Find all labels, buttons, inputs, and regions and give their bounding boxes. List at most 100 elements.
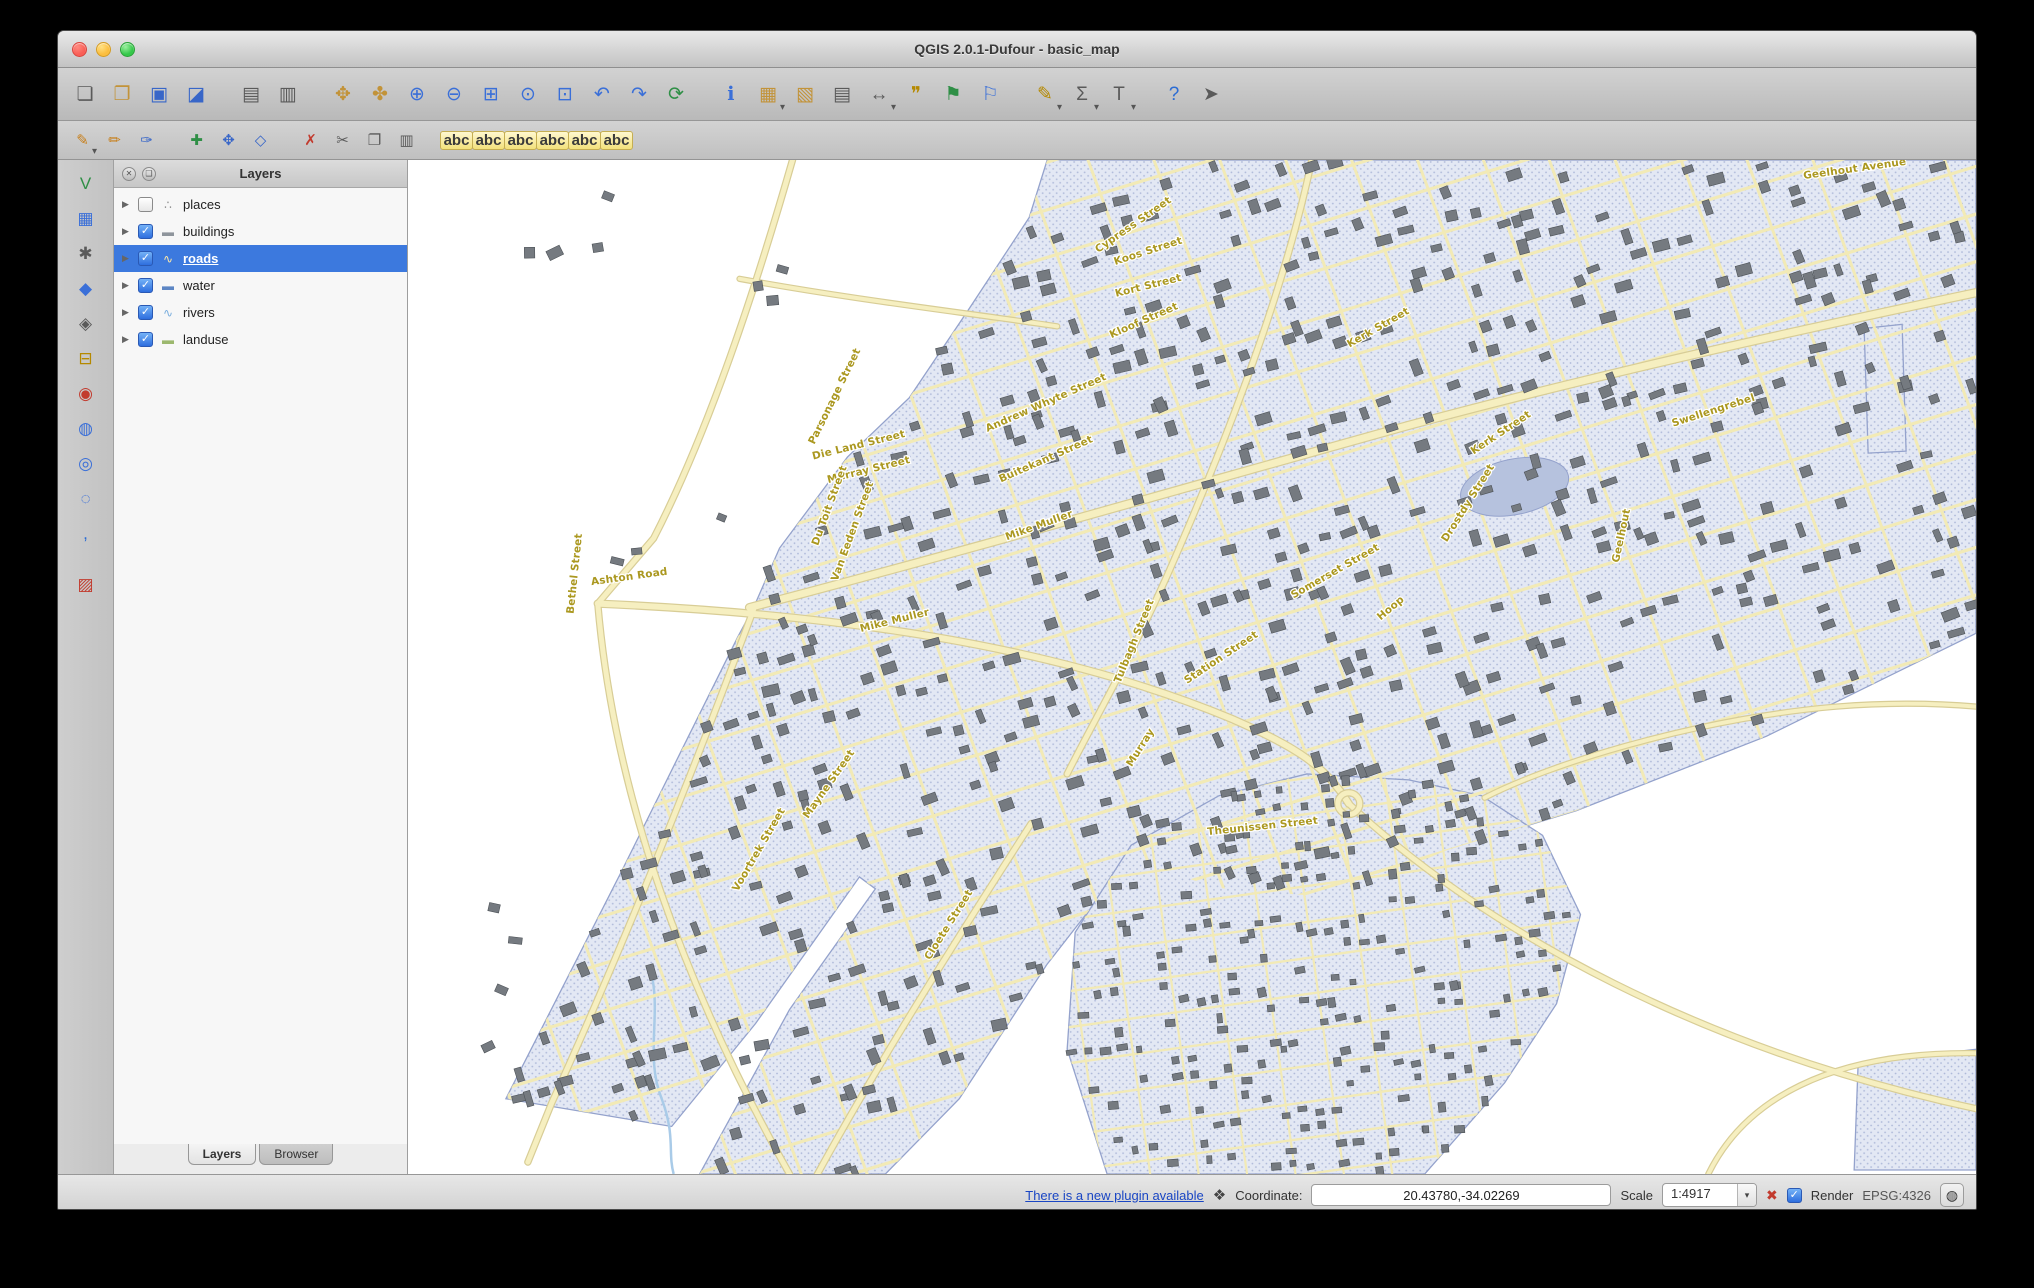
pan-to-selection-button[interactable]: ✤ [363,77,397,111]
layer-row-rivers[interactable]: rivers [114,299,407,326]
expand-arrow-icon[interactable] [122,253,132,264]
current-edits-button[interactable]: ✎ [68,126,97,155]
show-bookmarks-button[interactable]: ⚐ [973,77,1007,111]
add-oracle-layer-button[interactable]: ◉ [71,378,101,408]
scale-value[interactable]: 1:4917 [1663,1184,1737,1206]
node-tool-button[interactable]: ◇ [246,126,275,155]
map-refresh-icon: ⟳ [668,85,684,104]
deselect-features-button[interactable]: ▧ [788,77,822,111]
layer-row-landuse[interactable]: landuse [114,326,407,353]
layers-panel-titlebar[interactable]: ✕ ❑ Layers [114,160,407,188]
zoom-out-button[interactable]: ⊖ [437,77,471,111]
whats-this-button[interactable]: ➤ [1194,77,1228,111]
annotation-button[interactable]: ✎ [1028,77,1062,111]
map-refresh-button[interactable]: ⟳ [659,77,693,111]
sum-statistics-button[interactable]: Σ [1065,77,1099,111]
visibility-checkbox-rivers[interactable] [138,305,153,320]
add-mssql-layer-button[interactable]: ⊟ [71,343,101,373]
coordinate-input[interactable] [1311,1184,1611,1206]
crs-status-button[interactable]: ◍ [1940,1183,1964,1207]
save-project-button[interactable]: ▣ [142,77,176,111]
save-project-as-icon: ◪ [187,85,205,104]
text-annotation-button[interactable]: T [1102,77,1136,111]
plugin-icon[interactable]: ❖ [1213,1186,1226,1204]
toggle-editing-button[interactable]: ✏ [100,126,129,155]
expand-arrow-icon[interactable] [122,226,132,237]
expand-arrow-icon[interactable] [122,280,132,291]
window-titlebar[interactable]: QGIS 2.0.1-Dufour - basic_map [58,31,1976,68]
map-tips-button[interactable]: ❞ [899,77,933,111]
add-delimited-text-layer-button[interactable]: , [71,518,101,548]
new-shapefile-layer-button[interactable]: ✱ [71,238,101,268]
help-contents-button[interactable]: ? [1157,77,1191,111]
zoom-last-button[interactable]: ↶ [585,77,619,111]
new-project-icon: ❏ [76,85,93,104]
expand-arrow-icon[interactable] [122,334,132,345]
open-project-button[interactable]: ❐ [105,77,139,111]
label-pin-button[interactable]: abc [538,126,567,155]
map-canvas-svg[interactable]: Geelhout AvenueCypress StreetKoos Street… [408,160,1976,1174]
zoom-next-button[interactable]: ↷ [622,77,656,111]
add-feature-button[interactable]: ✚ [182,126,211,155]
move-feature-button[interactable]: ✥ [214,126,243,155]
dock-tab-layers[interactable]: Layers [188,1144,257,1165]
paste-features-button[interactable]: ▥ [392,126,421,155]
composer-manager-button[interactable]: ▥ [271,77,305,111]
plugin-update-link[interactable]: There is a new plugin available [1025,1188,1204,1203]
new-print-composer-button[interactable]: ▤ [234,77,268,111]
zoom-full-extent-icon: ⊞ [483,85,499,104]
scale-dropdown-arrow-icon[interactable] [1737,1184,1756,1206]
save-layer-edits-button[interactable]: ✑ [132,126,161,155]
label-move-button[interactable]: abc [474,126,503,155]
show-bookmarks-icon: ⚐ [981,85,998,104]
measure-button[interactable]: ↔ [862,77,896,111]
visibility-checkbox-roads[interactable] [138,251,153,266]
add-oracle-georaster-layer-button[interactable]: ▨ [71,569,101,599]
visibility-checkbox-places[interactable] [138,197,153,212]
add-vector-layer-button[interactable]: V [71,168,101,198]
add-wfs-layer-button[interactable]: ◌ [71,483,101,513]
layer-row-buildings[interactable]: buildings [114,218,407,245]
cut-features-button[interactable]: ✂ [328,126,357,155]
label-properties-button[interactable]: abc [602,126,631,155]
identify-features-button[interactable]: ℹ [714,77,748,111]
open-attribute-table-icon: ▤ [833,85,851,104]
layer-row-roads[interactable]: roads [114,245,407,272]
identify-features-icon: ℹ [727,85,734,104]
open-attribute-table-button[interactable]: ▤ [825,77,859,111]
label-rotate-button[interactable]: abc [506,126,535,155]
dock-tab-browser[interactable]: Browser [259,1144,333,1165]
new-bookmark-button[interactable]: ⚑ [936,77,970,111]
visibility-checkbox-buildings[interactable] [138,224,153,239]
zoom-to-selection-button[interactable]: ⊙ [511,77,545,111]
save-project-as-button[interactable]: ◪ [179,77,213,111]
add-raster-layer-button[interactable]: ▦ [71,203,101,233]
add-wms-layer-button[interactable]: ◍ [71,413,101,443]
zoom-full-extent-button[interactable]: ⊞ [474,77,508,111]
measure-icon: ↔ [870,85,889,104]
stop-render-button[interactable]: ✖ [1766,1187,1778,1204]
main-content: V ▦ ✱ ◆ ◈ [58,160,1976,1174]
map-canvas[interactable]: Geelhout AvenueCypress StreetKoos Street… [408,160,1976,1174]
visibility-checkbox-landuse[interactable] [138,332,153,347]
zoom-in-button[interactable]: ⊕ [400,77,434,111]
pan-map-button[interactable]: ✥ [326,77,360,111]
copy-features-button[interactable]: ❐ [360,126,389,155]
add-spatialite-layer-button[interactable]: ◈ [71,308,101,338]
layer-row-places[interactable]: places [114,191,407,218]
label-show-hide-button[interactable]: abc [570,126,599,155]
render-checkbox[interactable] [1787,1188,1802,1203]
scale-combo[interactable]: 1:4917 [1662,1183,1757,1207]
add-postgis-layer-button[interactable]: ◆ [71,273,101,303]
delete-selected-button[interactable]: ✗ [296,126,325,155]
select-features-button[interactable]: ▦ [751,77,785,111]
visibility-checkbox-water[interactable] [138,278,153,293]
labeling-button[interactable]: abc [442,126,471,155]
expand-arrow-icon[interactable] [122,307,132,318]
expand-arrow-icon[interactable] [122,199,132,210]
add-wcs-layer-button[interactable]: ◎ [71,448,101,478]
zoom-to-layer-button[interactable]: ⊡ [548,77,582,111]
new-project-button[interactable]: ❏ [68,77,102,111]
layer-row-water[interactable]: water [114,272,407,299]
paste-features-icon: ▥ [399,133,413,148]
